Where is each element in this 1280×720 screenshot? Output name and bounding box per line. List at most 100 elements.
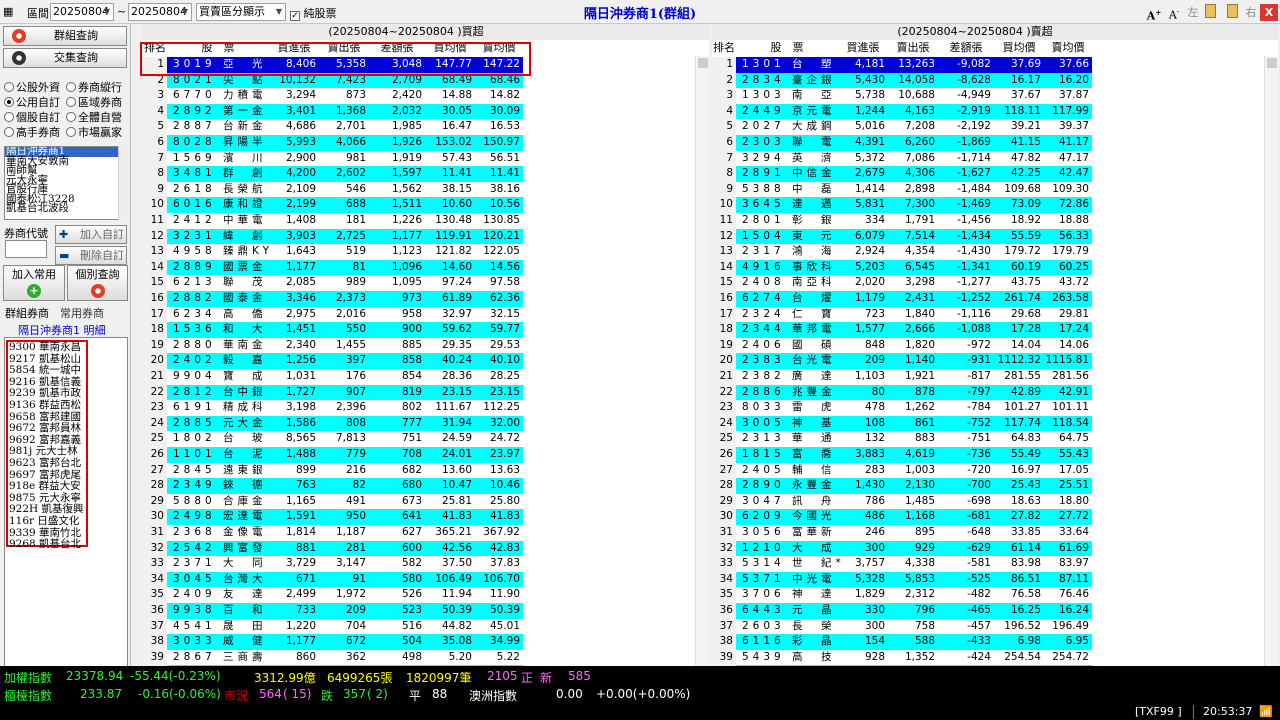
table-row[interactable]: 39 2867 三商壽 860 362 498 5.20 5.22 (143, 649, 523, 666)
table-row[interactable]: 10 6016 康和證 2,199 688 1,511 10.60 10.56 (143, 197, 523, 213)
table-row[interactable]: 18 2344 華邦電 1,577 2,666 -1,088 17.28 17.24 (712, 322, 1092, 338)
stock-cell[interactable]: 3706 神 達 (736, 587, 838, 603)
stock-cell[interactable]: 6191 精成科 (167, 400, 269, 416)
stock-cell[interactable]: 1210 大 成 (736, 540, 838, 557)
stock-cell[interactable]: 2886 兆豐金 (736, 384, 838, 401)
table-row[interactable]: 29 3047 訊 舟 786 1,485 -698 18.63 18.80 (712, 493, 1092, 510)
stock-cell[interactable]: 3005 神 基 (736, 415, 838, 432)
list-item[interactable]: 9672 富邦員林 (8, 423, 86, 435)
list-item[interactable]: 918e 群益大安 (8, 481, 86, 493)
column-header[interactable]: 賣均價 (1044, 40, 1092, 56)
stock-cell[interactable]: 2498 宏達電 (167, 509, 269, 525)
stock-cell[interactable]: 2542 興富發 (167, 540, 269, 557)
stock-cell[interactable]: 3231 緯 創 (167, 228, 269, 245)
radio-5[interactable]: 全體自營 (66, 111, 122, 125)
table-row[interactable]: 4 2449 京元電 1,244 4,163 -2,919 118.11 117.99 (712, 103, 1092, 120)
list-item[interactable]: 116r 日盛文化 (8, 515, 86, 528)
stock-cell[interactable]: 2324 仁 寶 (736, 307, 838, 323)
stock-cell[interactable]: 2317 鴻 海 (736, 244, 838, 260)
table-row[interactable]: 30 2498 宏達電 1,591 950 641 41.83 41.83 (143, 509, 523, 525)
table-row[interactable]: 28 2890 永豐金 1,430 2,130 -700 25.43 25.51 (712, 478, 1092, 494)
stock-cell[interactable]: 5439 高 技 (736, 650, 838, 666)
stock-cell[interactable]: 8028 昇陽半 (167, 135, 269, 151)
table-row[interactable]: 31 3056 富華新 246 895 -648 33.85 33.64 (712, 525, 1092, 541)
radio-4[interactable]: 個股自訂 (4, 111, 60, 125)
table-row[interactable]: 2 2834 臺企銀 5,430 14,058 -8,628 16.17 16.20 (712, 72, 1092, 89)
table-row[interactable]: 3 6770 力積電 3,294 873 2,420 14.88 14.82 (143, 88, 523, 104)
stock-cell[interactable]: 3294 英 濟 (736, 151, 838, 167)
table-row[interactable]: 35 2409 友 達 2,499 1,972 526 11.94 11.90 (143, 587, 523, 603)
table-row[interactable]: 6 8028 昇陽半 5,993 4,066 1,926 153.02 150.97 (143, 135, 523, 151)
list-item[interactable]: 9300 華南永昌 (8, 341, 86, 354)
table-row[interactable]: 23 6191 精成科 3,198 2,396 802 111.67 112.25 (143, 400, 523, 416)
right-label[interactable]: 右 (1244, 4, 1258, 21)
stock-cell[interactable]: 2409 友 達 (167, 587, 269, 603)
stock-cell[interactable]: 2885 元大金 (167, 415, 269, 432)
table-row[interactable]: 19 2880 華南金 2,340 1,455 885 29.35 29.53 (143, 337, 523, 354)
radio-0[interactable]: 公股外資 (4, 81, 60, 95)
table-row[interactable]: 11 2412 中華電 1,408 181 1,226 130.48 130.85 (143, 213, 523, 229)
delete-custom-button[interactable]: ▬ 刪除自訂 (55, 246, 127, 265)
stock-cell[interactable]: 6209 今國光 (736, 509, 838, 525)
stock-cell[interactable]: 1303 南 亞 (736, 88, 838, 104)
stock-cell[interactable]: 2382 廣 達 (736, 369, 838, 385)
radio-3[interactable]: 區域券商 (66, 96, 122, 110)
font-increase-button[interactable]: A+ (1146, 4, 1162, 23)
stock-cell[interactable]: 1569 濱 川 (167, 151, 269, 167)
stock-cell[interactable]: 4916 事欣科 (736, 259, 838, 276)
list-item[interactable]: 9268 凱基台北 (8, 538, 86, 551)
table-row[interactable]: 13 4958 臻鼎KY 1,643 519 1,123 121.82 122.05 (143, 244, 523, 260)
table-row[interactable]: 38 3033 威 健 1,177 672 504 35.08 34.99 (143, 634, 523, 650)
table-row[interactable]: 32 2542 興富發 881 281 600 42.56 42.83 (143, 540, 523, 557)
list-item[interactable]: 9623 富邦台北 (8, 457, 86, 470)
table-row[interactable]: 31 2368 金像電 1,814 1,187 627 365.21 367.92 (143, 525, 523, 541)
table-row[interactable]: 22 2812 台中銀 1,727 907 819 23.15 23.15 (143, 384, 523, 401)
stock-cell[interactable]: 3033 威 健 (167, 634, 269, 650)
stock-cell[interactable]: 3481 群 創 (167, 166, 269, 182)
stock-cell[interactable]: 2344 華邦電 (736, 322, 838, 338)
table-row[interactable]: 18 1536 和 大 1,451 550 900 59.62 59.77 (143, 322, 523, 338)
stock-cell[interactable]: 3645 達 邁 (736, 197, 838, 213)
stock-cell[interactable]: 4958 臻鼎KY (167, 244, 269, 260)
tab-common-brokers[interactable]: 常用券商 (60, 305, 104, 321)
font-decrease-button[interactable]: A- (1166, 4, 1182, 22)
stock-cell[interactable]: 2402 毅 嘉 (167, 353, 269, 369)
table-row[interactable]: 24 2885 元大金 1,586 808 777 31.94 32.00 (143, 415, 523, 432)
add-common-button[interactable]: 加入常用 + (3, 265, 65, 301)
table-row[interactable]: 21 9904 寶 成 1,031 176 854 28.36 28.25 (143, 369, 523, 385)
stock-cell[interactable]: 2812 台中銀 (167, 384, 269, 401)
clipboard-icon[interactable] (1224, 4, 1240, 21)
stock-cell[interactable]: 2887 台新金 (167, 119, 269, 135)
stock-cell[interactable]: 2412 中華電 (167, 213, 269, 229)
stock-cell[interactable]: 1536 和 大 (167, 322, 269, 338)
table-row[interactable]: 7 1569 濱 川 2,900 981 1,919 57.43 56.51 (143, 150, 523, 167)
stock-cell[interactable]: 6213 聯 茂 (167, 275, 269, 291)
column-header[interactable]: 排名 (712, 40, 736, 56)
table-row[interactable]: 10 3645 達 邁 5,831 7,300 -1,469 73.09 72.86 (712, 197, 1092, 213)
stock-cell[interactable]: 2867 三商壽 (167, 650, 269, 666)
stock-cell[interactable]: 2027 大成鋼 (736, 119, 838, 135)
radio-2[interactable]: 公用自訂 (4, 96, 60, 110)
stock-cell[interactable]: 2834 臺企銀 (736, 72, 838, 89)
close-button[interactable]: X (1260, 4, 1278, 21)
stock-cell[interactable]: 2890 永豐金 (736, 478, 838, 494)
stock-cell[interactable]: 6770 力積電 (167, 88, 269, 104)
stock-cell[interactable]: 1504 東 元 (736, 228, 838, 245)
table-row[interactable]: 8 2891 中信金 2,679 4,306 -1,627 42.25 42.47 (712, 166, 1092, 182)
stock-cell[interactable]: 3047 訊 舟 (736, 494, 838, 510)
table-row[interactable]: 21 2382 廣 達 1,103 1,921 -817 281.55 281.56 (712, 369, 1092, 385)
stock-cell[interactable]: 3056 富華新 (736, 525, 838, 541)
stock-cell[interactable]: 2303 聯 電 (736, 135, 838, 151)
stock-cell[interactable]: 2892 第一金 (167, 103, 269, 120)
sell-over-scrollbar[interactable] (1264, 56, 1278, 666)
table-row[interactable]: 36 6443 元 晶 330 796 -465 16.25 16.24 (712, 603, 1092, 619)
date-to-select[interactable]: 20250804 ▼ (128, 3, 192, 21)
stock-cell[interactable]: 2449 京元電 (736, 103, 838, 120)
broker-list-scrollbar[interactable] (118, 146, 128, 220)
table-row[interactable]: 26 1101 台 泥 1,488 779 708 24.01 23.97 (143, 447, 523, 463)
table-row[interactable]: 37 2603 長 榮 300 758 -457 196.52 196.49 (712, 618, 1092, 635)
table-row[interactable]: 17 6234 高 僑 2,975 2,016 958 32.97 32.15 (143, 306, 523, 323)
stock-cell[interactable]: 2349 錸 德 (167, 478, 269, 494)
stock-cell[interactable]: 2406 國 碩 (736, 338, 838, 354)
table-row[interactable]: 1 1301 台 塑 4,181 13,263 -9,082 37.69 37.66 (712, 57, 1092, 73)
